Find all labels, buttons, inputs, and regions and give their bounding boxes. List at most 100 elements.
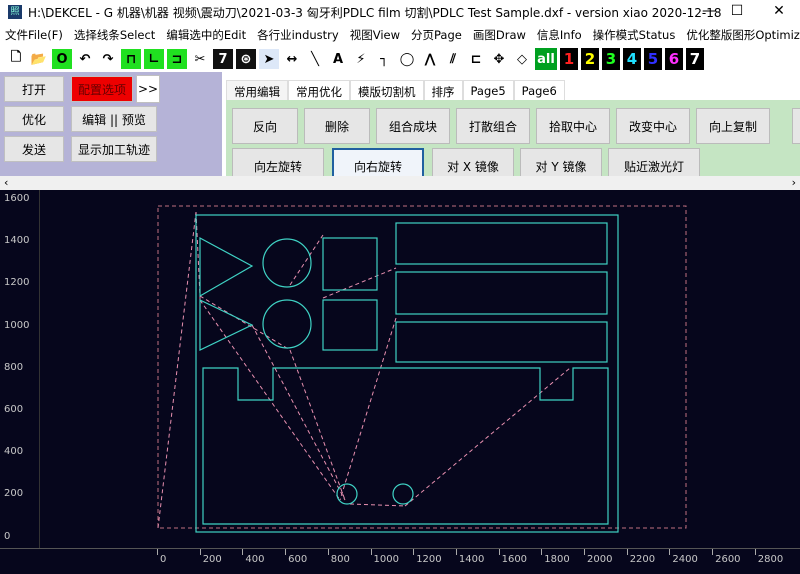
corner-icon[interactable]: ┐ [374,49,394,69]
move-icon[interactable]: ✥ [489,49,509,69]
circle-icon[interactable]: O [52,49,72,69]
x-tick-label: 400 [245,554,265,565]
edit-button-0[interactable]: 反向 [232,108,298,144]
edit-button-3[interactable]: 打散组合 [456,108,530,144]
ring-target-icon[interactable]: ⊛ [236,49,256,69]
line-icon[interactable]: ╲ [305,49,325,69]
x-tick-mark [541,549,543,555]
align-top-icon[interactable]: ⊓ [121,49,141,69]
layer-3-button[interactable]: 3 [602,48,620,70]
menu-item[interactable]: 选择线条Select [69,25,161,45]
send-button[interactable]: 发送 [4,136,64,162]
tab-0[interactable]: 常用编辑 [226,80,288,101]
show-path-button[interactable]: 显示加工轨迹 [71,136,157,162]
x-tick-label: 1400 [458,554,485,565]
edit-button-4[interactable]: 拾取中心 [536,108,610,144]
y-tick-label: 200 [4,488,24,500]
select-arrow-icon[interactable]: ➤ [259,49,279,69]
tab-bar: 常用编辑 常用优化 模版切割机 排序 Page5 Page6 [226,80,565,101]
edit-button-more[interactable] [792,108,800,144]
layer-all-button[interactable]: all [535,48,557,70]
title-bar: 照 H:\DEKCEL - G 机器\机器 视频\震动刀\2021-03-3 匈… [0,0,800,24]
optimize-button[interactable]: 优化 [4,106,64,132]
x-tick-label: 2400 [672,554,698,565]
x-tick-mark [754,549,756,555]
x-tick-mark [199,549,201,555]
config-options-button[interactable]: 配置选项 [71,76,133,102]
menu-item[interactable]: 编辑选中的Edit [161,25,252,45]
layer-2-button[interactable]: 2 [581,48,599,70]
menu-item[interactable]: 画图Draw [468,25,532,45]
y-tick-label: 1200 [4,277,30,289]
vertical-ruler: 1600 1400 1200 1000 800 600 400 200 0 [0,190,40,548]
scroll-right-icon[interactable]: › [792,176,796,189]
layer-5-button[interactable]: 5 [644,48,662,70]
x-tick-label: 0 [160,554,167,565]
cut-scissors-icon[interactable]: ✂ [190,49,210,69]
polygon-icon[interactable]: ◯ [397,49,417,69]
rotate-90-icon[interactable]: ⊐ [167,49,187,69]
y-tick-label: 1400 [4,235,30,247]
long-rect [395,321,608,363]
undo-icon[interactable]: ↶ [75,49,95,69]
x-tick-mark [498,549,500,555]
drawing [157,205,687,533]
left-panel: 打开 配置选项 >> 优化 编辑 || 预览 发送 显示加工轨迹 [0,72,222,176]
edit-button-6[interactable]: 向上复制 [696,108,770,144]
circle [262,238,312,288]
menu-item[interactable]: 视图View [345,25,406,45]
open-button[interactable]: 打开 [4,76,64,102]
align-bottom-left-icon[interactable]: ∟ [144,49,164,69]
layer-7-icon[interactable]: 7 [213,49,233,69]
close-button[interactable]: ✕ [764,3,794,19]
tab-1[interactable]: 常用优化 [288,80,350,101]
x-tick-label: 1000 [373,554,399,565]
tab-5[interactable]: Page6 [513,80,565,101]
break-line-icon[interactable]: ⫽ [443,49,463,69]
x-tick-mark [626,549,628,555]
x-tick-mark [157,549,158,555]
menu-item[interactable]: 操作模式Status [588,25,682,45]
y-tick-label: 400 [4,446,24,458]
edit-button-5[interactable]: 改变中心 [616,108,690,144]
y-tick-label: 600 [4,404,24,415]
layer-7-button[interactable]: 7 [686,48,704,70]
drawing-canvas[interactable] [40,190,800,548]
tab-3[interactable]: 排序 [423,80,463,101]
tab-4[interactable]: Page5 [462,80,514,101]
open-folder-icon[interactable]: 📂 [29,49,49,69]
x-tick-label: 2200 [629,554,656,565]
x-tick-mark [455,549,457,555]
triangle [199,236,254,298]
path-link-icon[interactable]: ⚡ [351,49,371,69]
menu-item[interactable]: 信息Info [532,25,588,45]
layer-6-button[interactable]: 6 [665,48,683,70]
menu-item[interactable]: 文件File(F) [0,25,69,45]
horizontal-ruler: 0 200 400 600 800 1000 1200 1400 1600 1800 2000 220… [0,548,800,574]
redo-icon[interactable]: ↷ [98,49,118,69]
y-tick-label: 1600 [4,193,30,204]
menu-item[interactable]: 优化整版图形Optimize [681,25,800,45]
menu-item[interactable]: 分页Page [406,25,468,45]
edit-button-1[interactable]: 删除 [304,108,370,144]
menu-item[interactable]: 各行业industry [252,25,345,45]
x-tick-mark [712,549,714,555]
edit-preview-button[interactable]: 编辑 || 预览 [71,106,157,132]
layer-1-button[interactable]: 1 [560,48,578,70]
more-button[interactable]: >> [136,75,160,103]
new-file-icon[interactable]: 🗋 [6,49,26,69]
horizontal-scrollbar[interactable]: ‹ › [0,176,800,190]
minimize-button[interactable]: — [694,3,724,19]
measure-icon[interactable]: ↔ [282,49,302,69]
shapes [195,214,619,533]
x-tick-label: 200 [202,554,222,565]
layer-4-button[interactable]: 4 [623,48,641,70]
edit-button-2[interactable]: 组合成块 [376,108,450,144]
maximize-button[interactable]: ☐ [722,3,752,19]
node-icon[interactable]: ◇ [512,49,532,69]
scroll-left-icon[interactable]: ‹ [4,176,8,189]
connect-icon[interactable]: ⊏ [466,49,486,69]
tab-2[interactable]: 模版切割机 [350,80,424,101]
text-icon[interactable]: A [328,49,348,69]
angle-icon[interactable]: ⋀ [420,49,440,69]
